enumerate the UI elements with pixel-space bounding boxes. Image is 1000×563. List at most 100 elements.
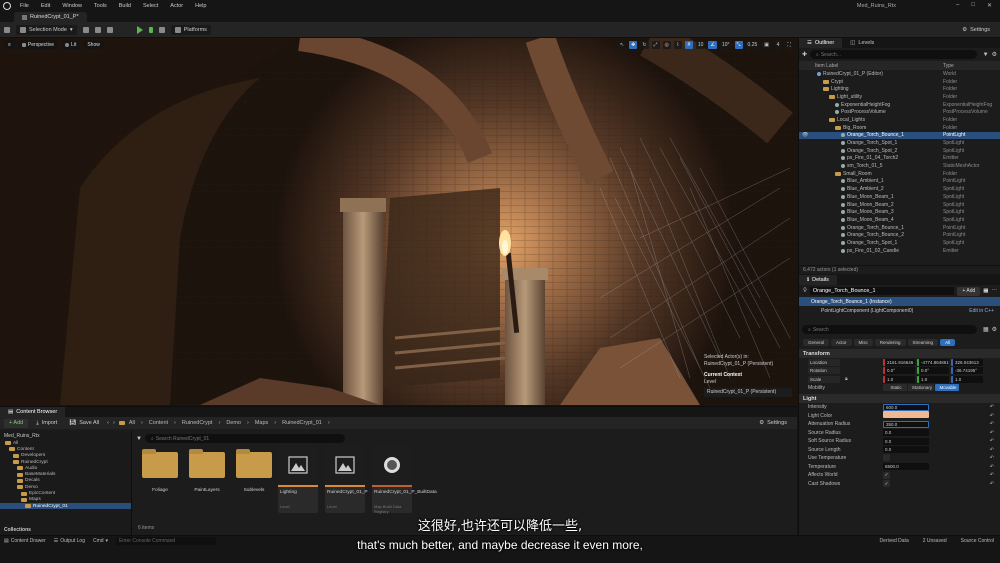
- perspective-button[interactable]: Perspective: [17, 40, 59, 49]
- light-section-header[interactable]: Light: [799, 394, 1000, 403]
- category-misc[interactable]: Misc: [853, 339, 873, 346]
- light-property-value[interactable]: 6500.0: [883, 463, 929, 471]
- scale-dropdown[interactable]: Scale: [808, 375, 840, 383]
- outliner-row[interactable]: Orange_Torch_Spot_1 SpotLight: [799, 239, 1000, 247]
- tab-levels[interactable]: ◫ Levels: [842, 38, 882, 48]
- play-options-icon[interactable]: [158, 26, 165, 33]
- cb-search-input[interactable]: ⌕ Search RuinedCrypt_01: [144, 434, 345, 443]
- mobility-movable[interactable]: Movable: [935, 384, 959, 392]
- outliner-row[interactable]: PostProcessVolume PostProcessVolume: [799, 108, 1000, 116]
- nav-forward-icon[interactable]: ›: [113, 420, 115, 426]
- unsaved-button[interactable]: 2 Unsaved: [923, 538, 947, 544]
- outliner-row[interactable]: Local_Lights Folder: [799, 116, 1000, 124]
- viewport-menu-button[interactable]: ≡: [4, 40, 15, 49]
- outliner-row[interactable]: Blue_Moon_Beam_3 SpotLight: [799, 208, 1000, 216]
- surface-snap-icon[interactable]: ⌇: [673, 41, 682, 49]
- breadcrumb-ruinedcrypt-01[interactable]: RuinedCrypt_01: [282, 420, 322, 426]
- filter-icon[interactable]: ▼: [980, 52, 992, 58]
- asset-tile[interactable]: RuinedCrypt_01_P Level: [325, 445, 368, 513]
- content-drawer-button[interactable]: ▤ Content Drawer: [4, 538, 46, 544]
- location-dropdown[interactable]: Location: [808, 358, 840, 366]
- light-property-value[interactable]: 0.0: [883, 429, 929, 437]
- add-content-icon[interactable]: [82, 26, 89, 33]
- menu-window[interactable]: Window: [56, 3, 88, 9]
- edit-cpp-link[interactable]: Edit in C++: [969, 308, 994, 314]
- light-property-value[interactable]: 350.0: [883, 420, 929, 428]
- menu-build[interactable]: Build: [113, 3, 137, 9]
- light-property-value[interactable]: 0.0: [883, 437, 929, 445]
- outliner-row[interactable]: ExponentialHeightFog ExponentialHeightFog: [799, 101, 1000, 109]
- outliner-row[interactable]: Big_Room Folder: [799, 124, 1000, 132]
- grid-snap-value[interactable]: 10: [695, 41, 706, 49]
- console-command-input[interactable]: Enter Console Command: [116, 537, 217, 545]
- scale-snap-value[interactable]: 0.25: [745, 41, 760, 49]
- camera-speed-icon[interactable]: ▣: [762, 41, 771, 49]
- breadcrumb-all[interactable]: All: [129, 420, 135, 426]
- level-viewport[interactable]: ≡ Perspective Lit Show ↖ ✥ ↻ ⤢ ◎ ⌇ # 10 …: [0, 38, 797, 405]
- outliner-row[interactable]: 👁︎ Orange_Torch_Bounce_1 PointLight: [799, 131, 1000, 140]
- settings-button[interactable]: ⚙ Settings: [958, 25, 994, 35]
- source-control-button[interactable]: Source Control: [961, 538, 994, 544]
- reset-to-default-icon[interactable]: ↶: [990, 413, 994, 419]
- step-icon[interactable]: [148, 26, 153, 33]
- menu-help[interactable]: Help: [189, 3, 212, 9]
- location-z-field[interactable]: 326.043613: [951, 358, 983, 366]
- scale-y-field[interactable]: 1.0: [917, 375, 949, 383]
- scale-z-field[interactable]: 1.0: [951, 375, 983, 383]
- menu-select[interactable]: Select: [137, 3, 164, 9]
- visibility-eye-icon[interactable]: 👁︎: [802, 132, 808, 138]
- world-local-icon[interactable]: ◎: [662, 41, 671, 49]
- outliner-row[interactable]: Blue_Moon_Beam_1 SpotLight: [799, 193, 1000, 201]
- breadcrumb-demo[interactable]: Demo: [226, 420, 241, 426]
- col-item-label[interactable]: Item Label: [815, 63, 838, 69]
- outliner-row[interactable]: Crypt Folder: [799, 78, 1000, 86]
- rotation-y-field[interactable]: 0.0°: [917, 367, 949, 375]
- menu-edit[interactable]: Edit: [35, 3, 56, 9]
- mobility-stationary[interactable]: Stationary: [908, 384, 934, 392]
- outliner-row[interactable]: Light_utility Folder: [799, 93, 1000, 101]
- grid-snap-icon[interactable]: #: [684, 41, 693, 49]
- mobility-static[interactable]: Static: [883, 384, 907, 392]
- lock-icon[interactable]: 🔒︎: [845, 376, 848, 382]
- maximize-viewport-icon[interactable]: ⛶: [785, 41, 793, 49]
- cmd-dropdown[interactable]: Cmd ▾: [93, 538, 108, 544]
- actor-name-field[interactable]: Orange_Torch_Bounce_1: [809, 287, 955, 295]
- light-property-checkbox[interactable]: ✓: [883, 480, 890, 488]
- location-x-field[interactable]: 2161.916646: [883, 358, 915, 366]
- category-all[interactable]: All: [940, 339, 956, 346]
- show-button[interactable]: Show: [83, 40, 104, 49]
- blueprint-icon[interactable]: [94, 26, 101, 33]
- scale-snap-icon[interactable]: ⤡: [734, 41, 743, 49]
- light-property-checkbox[interactable]: [883, 453, 890, 461]
- output-log-button[interactable]: ☰ Output Log: [54, 538, 85, 544]
- outliner-row[interactable]: RuinedCrypt_01_P (Editor) World: [799, 70, 1000, 78]
- tree-item[interactable]: RuinedCrypt_01: [0, 502, 131, 510]
- rotation-snap-value[interactable]: 10°: [719, 41, 732, 49]
- derived-data-button[interactable]: Derived Data: [880, 538, 909, 544]
- cb-settings-button[interactable]: ⚙ Settings: [755, 418, 791, 428]
- details-search-input[interactable]: ⌕ Search: [802, 325, 977, 334]
- cinematics-icon[interactable]: [106, 26, 113, 33]
- menu-actor[interactable]: Actor: [164, 3, 189, 9]
- component-row[interactable]: PointLightComponent (LightComponent0) Ed…: [799, 306, 1000, 315]
- location-y-field[interactable]: -4774.864861: [917, 358, 949, 366]
- category-rendering[interactable]: Rendering: [874, 339, 906, 346]
- reset-to-default-icon[interactable]: ↶: [990, 421, 994, 427]
- blueprint-add-icon[interactable]: ▦: [983, 288, 988, 294]
- play-icon[interactable]: [136, 25, 143, 34]
- folder-tile[interactable]: PaintLayers: [187, 445, 227, 513]
- outliner-row[interactable]: Blue_Ambient_2 SpotLight: [799, 185, 1000, 193]
- import-button[interactable]: ⤓ Import: [32, 418, 61, 428]
- category-general[interactable]: General: [803, 339, 830, 346]
- details-settings-icon[interactable]: ⚙: [992, 326, 1000, 333]
- collections-header[interactable]: Collections: [4, 527, 31, 533]
- col-type[interactable]: Type: [943, 63, 954, 69]
- light-property-checkbox[interactable]: ✓: [883, 471, 890, 479]
- scale-x-field[interactable]: 1.0: [883, 375, 915, 383]
- outliner-row[interactable]: Blue_Moon_Beam_4 SpotLight: [799, 216, 1000, 224]
- outliner-row[interactable]: Orange_Torch_Spot_1 SpotLight: [799, 139, 1000, 147]
- level-dropdown[interactable]: RuinedCrypt_01_P (Persistent): [704, 388, 792, 397]
- light-property-value[interactable]: 600.0: [883, 403, 929, 411]
- camera-speed-value[interactable]: 4: [774, 41, 782, 49]
- asset-tile[interactable]: RuinedCrypt_01_P_BuiltData Map Build Data…: [372, 445, 437, 514]
